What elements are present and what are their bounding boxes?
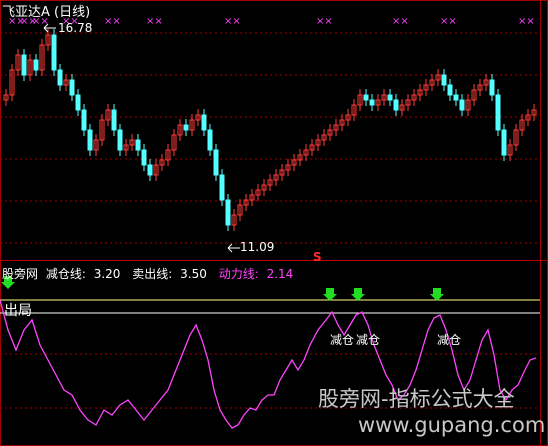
low-price-annotation: 11.09 [240,240,275,254]
candle-body [141,149,147,166]
candle-body [213,149,219,176]
candle-body [225,199,231,226]
candle-body [57,69,63,86]
candle-body [69,79,75,96]
signal-label: 减仓 [437,333,462,347]
signal-arrow-icon [323,288,337,301]
candle-body [495,94,501,131]
candle-body [183,124,189,131]
candle-body [219,174,225,201]
candle-body [453,94,459,101]
power-line-label: 动力线: 2.14 [219,267,298,281]
indicator-name: 股旁网 [2,267,39,281]
candle-body [393,99,399,111]
candle-body [111,109,117,131]
reduce-line-label: 减仓线: 3.20 [46,267,125,281]
sell-line-value: 3.50 [180,267,207,281]
reduce-line-label-text: 减仓线: [45,267,86,281]
chart-frame [0,0,548,446]
top-marker: ×× [392,16,409,27]
signal-arrow-icon [430,288,444,301]
top-marker: ×× [518,16,535,27]
candle-body [147,164,153,176]
candle-body [51,34,57,71]
candle-body [369,99,375,106]
top-marker: ×× [224,16,241,27]
top-marker: ×× [316,16,333,27]
candle-body [387,94,393,101]
watermark-title: 股旁网-指标公式大全 [318,387,515,411]
candle-body [21,54,27,76]
candle-body [135,139,141,151]
signal-label: 减仓 [356,333,381,347]
reduce-line-value: 3.20 [93,267,121,281]
candle-body [87,129,93,151]
candle-body [117,129,123,151]
signal-arrow-icon [351,288,365,301]
low-arrow [227,243,240,253]
sell-line-label: 卖出线: 3.50 [132,267,211,281]
top-marker: ×× [440,16,457,27]
high-price-annotation: 16.78 [58,21,93,35]
candle-body [459,99,465,111]
chart-canvas: ×××××× ×× ×× ×× ×× ×× ×× ×× ×× [0,0,548,446]
candle-body [81,109,87,131]
top-marker: ×× [104,16,121,27]
indicator-legend: 股旁网 减仓线: 3.20 卖出线: 3.50 动力线: 2.14 [2,265,301,282]
candle-body [201,114,207,131]
sell-line-label-text: 卖出线: [132,267,173,281]
candle-body [441,74,447,86]
exit-label: 出局 [4,303,32,319]
candle-body [33,59,39,71]
top-marker: ×× [146,16,163,27]
chart-title: 飞亚达A (日线) [2,5,91,20]
power-line-label-text: 动力线: [218,267,259,281]
signal-label: 减仓 [330,333,355,347]
candle-body [363,94,369,101]
candle-body [75,94,81,111]
candle-body [207,129,213,151]
power-line-value: 2.14 [266,267,294,281]
watermark-url: www.gupang.com [358,413,546,437]
sell-marker: S [313,250,322,264]
candle-body [501,129,507,156]
candle-body [447,84,453,96]
candle-body [489,79,495,96]
